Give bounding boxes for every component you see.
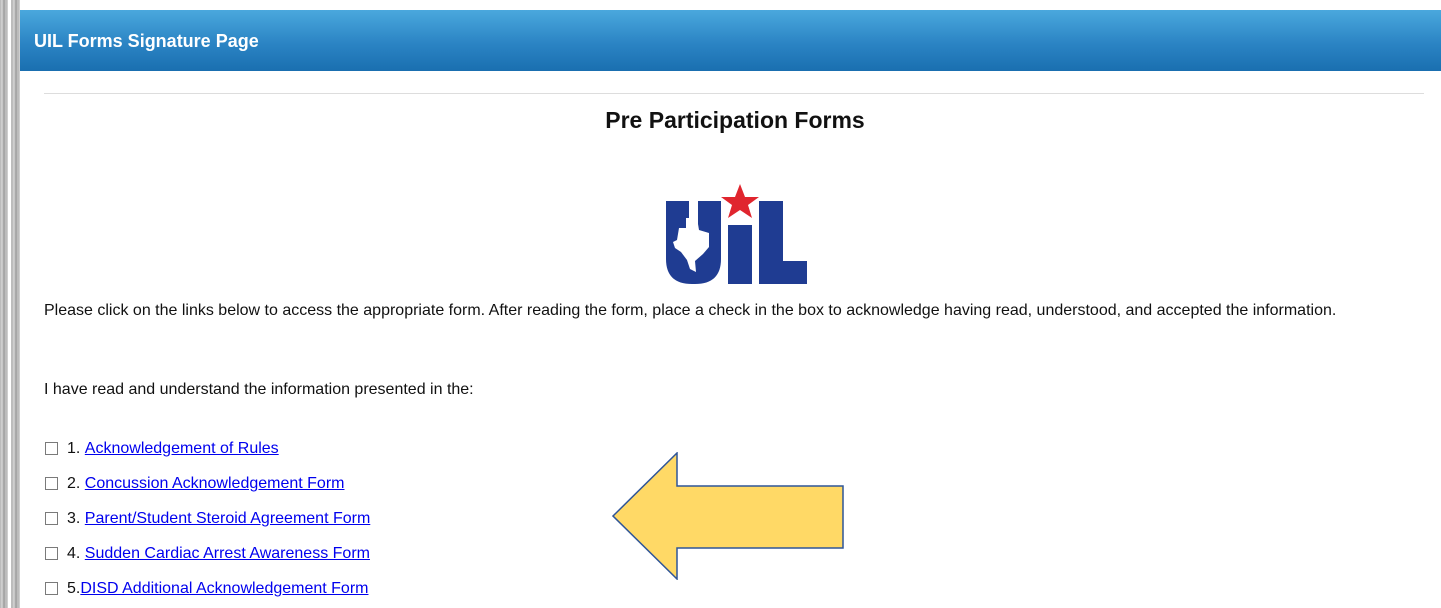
acknowledge-checkbox-1[interactable] <box>45 442 58 455</box>
forms-list: 1. Acknowledgement of Rules 2. Concussio… <box>45 431 370 606</box>
form-link-cardiac-arrest[interactable]: Sudden Cardiac Arrest Awareness Form <box>85 545 370 563</box>
left-arrow-icon <box>612 452 844 580</box>
form-number-5: 5. <box>67 579 81 597</box>
form-link-steroid-agreement[interactable]: Parent/Student Steroid Agreement Form <box>85 510 370 528</box>
acknowledge-checkbox-5[interactable] <box>45 582 58 595</box>
header-title: UIL Forms Signature Page <box>34 31 259 51</box>
form-number-4: 4. <box>67 544 85 562</box>
form-item-2: 2. Concussion Acknowledgement Form <box>45 466 370 501</box>
form-link-concussion[interactable]: Concussion Acknowledgement Form <box>85 475 345 493</box>
form-item-5: 5. DISD Additional Acknowledgement Form <box>45 571 370 606</box>
lead-text: I have read and understand the informati… <box>44 381 474 398</box>
form-link-acknowledgement-of-rules[interactable]: Acknowledgement of Rules <box>85 440 279 458</box>
form-number-1: 1. <box>67 439 85 457</box>
intro-text: Please click on the links below to acces… <box>44 302 1337 319</box>
acknowledge-checkbox-3[interactable] <box>45 512 58 525</box>
divider <box>44 93 1424 94</box>
window-edge-highlight <box>8 0 11 608</box>
logo-letter-l <box>759 201 807 284</box>
form-number-3: 3. <box>67 509 85 527</box>
form-number-2: 2. <box>67 474 85 492</box>
logo-letter-i <box>728 225 752 284</box>
acknowledge-checkbox-4[interactable] <box>45 547 58 560</box>
star-icon <box>721 184 759 218</box>
form-item-4: 4. Sudden Cardiac Arrest Awareness Form <box>45 536 370 571</box>
acknowledge-checkbox-2[interactable] <box>45 477 58 490</box>
page-title: Pre Participation Forms <box>605 107 865 133</box>
header-bar: UIL Forms Signature Page <box>20 10 1441 71</box>
form-item-3: 3. Parent/Student Steroid Agreement Form <box>45 501 370 536</box>
form-item-1: 1. Acknowledgement of Rules <box>45 431 370 466</box>
form-link-disd-additional[interactable]: DISD Additional Acknowledgement Form <box>80 580 368 598</box>
uil-logo <box>666 184 807 284</box>
